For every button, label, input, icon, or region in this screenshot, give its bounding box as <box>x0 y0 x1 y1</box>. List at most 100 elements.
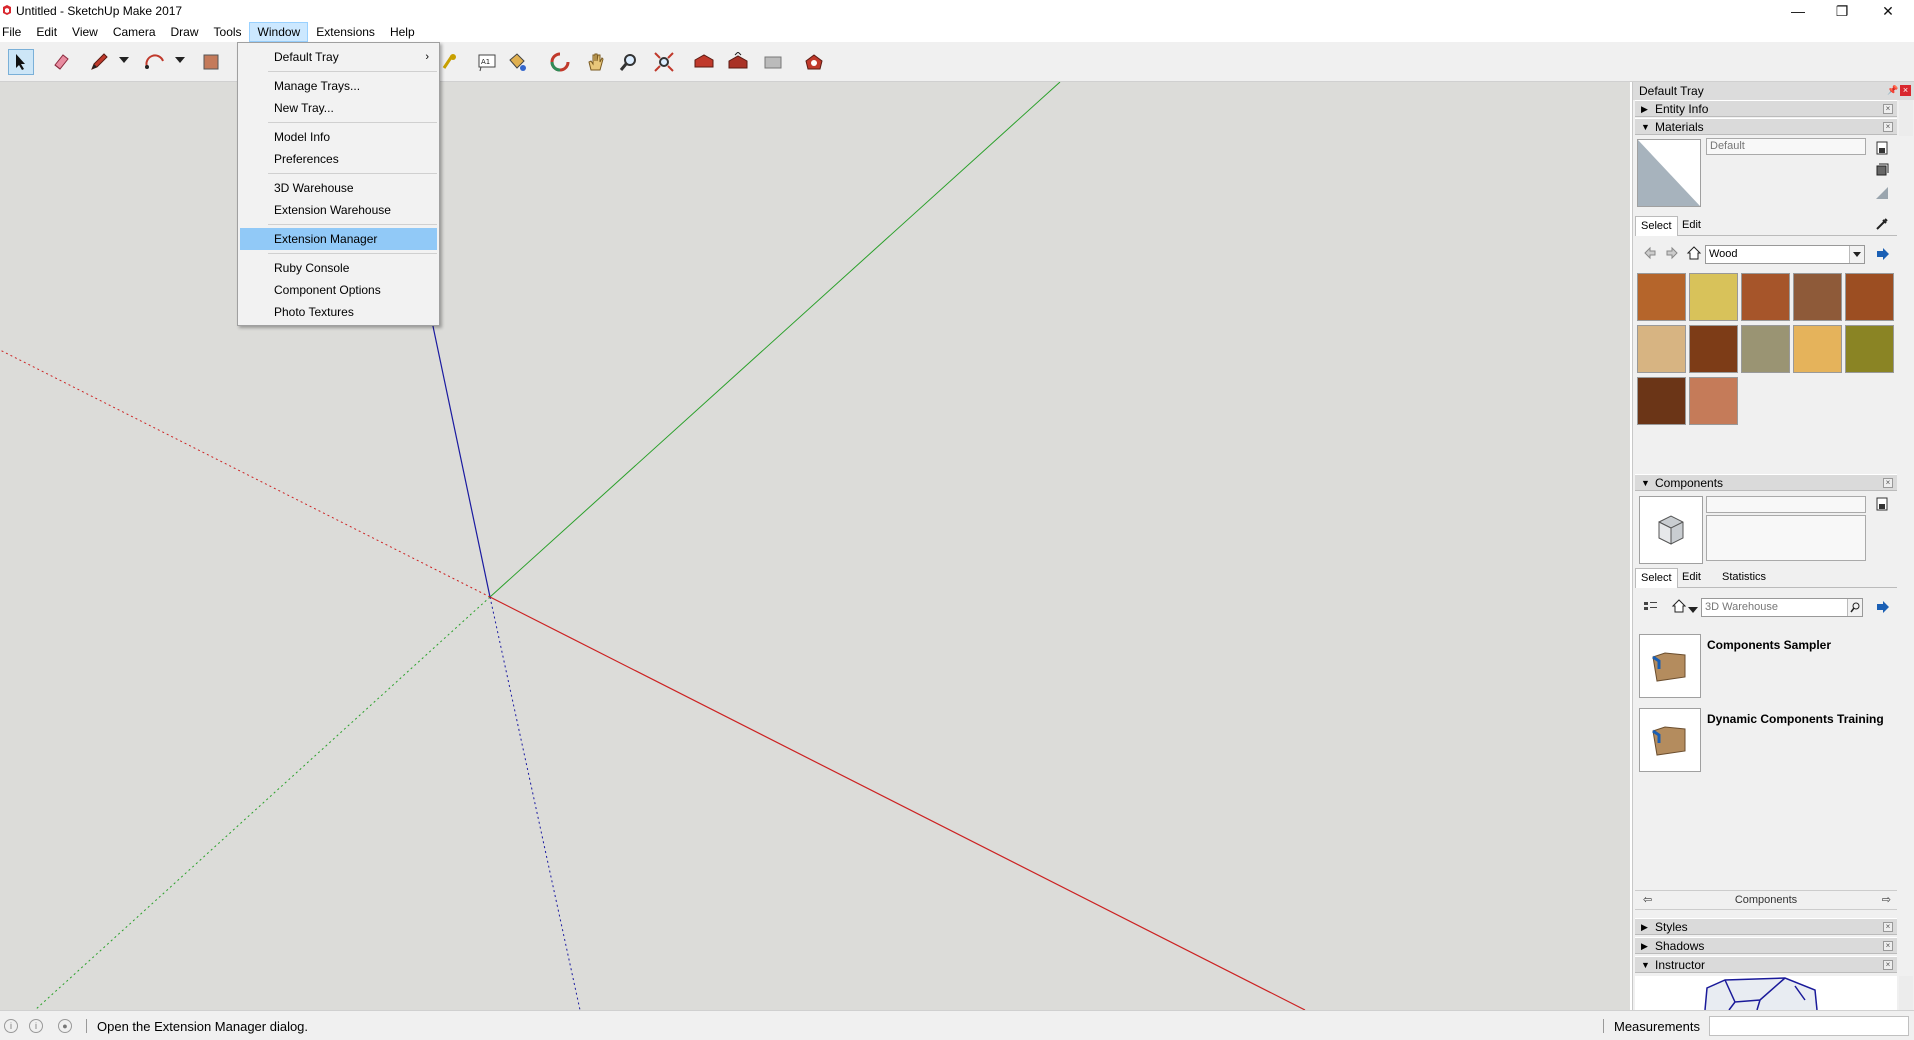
share-component-tool-button[interactable] <box>760 49 786 75</box>
text-tool-button[interactable]: A1 <box>474 49 500 75</box>
chevron-down-icon[interactable] <box>1688 602 1698 613</box>
panel-components-header[interactable]: ▼ Components × <box>1635 474 1897 491</box>
material-swatch[interactable] <box>1845 273 1894 321</box>
home-icon[interactable] <box>1686 245 1702 261</box>
orbit-tool-button[interactable] <box>547 49 573 75</box>
panel-shadows-header[interactable]: ▶ Shadows × <box>1635 937 1897 954</box>
menu-file[interactable]: File <box>0 22 28 42</box>
default-fill-icon[interactable] <box>1874 185 1890 201</box>
material-swatch[interactable] <box>1793 273 1842 321</box>
material-swatch[interactable] <box>1741 325 1790 373</box>
back-arrow-icon[interactable] <box>1643 246 1657 260</box>
extension-warehouse-tool-button[interactable] <box>801 49 827 75</box>
color-mode-icon[interactable] <box>1874 162 1890 178</box>
back-arrow-icon[interactable]: ⇦ <box>1643 891 1652 909</box>
pin-icon[interactable]: 📌 <box>1887 86 1898 96</box>
menu-camera[interactable]: Camera <box>105 22 163 42</box>
menu-edit[interactable]: Edit <box>28 22 64 42</box>
forward-arrow-icon[interactable] <box>1665 246 1679 260</box>
arc-tool-button[interactable] <box>142 49 168 75</box>
share-model-tool-button[interactable] <box>725 49 751 75</box>
material-swatch[interactable] <box>1689 377 1738 425</box>
view-options-icon[interactable] <box>1643 599 1659 613</box>
menu-item-preferences[interactable]: Preferences <box>240 148 437 170</box>
menu-item-new-tray[interactable]: New Tray... <box>240 97 437 119</box>
close-button[interactable]: ✕ <box>1866 0 1910 22</box>
menu-help[interactable]: Help <box>382 22 422 42</box>
menu-item-model-info[interactable]: Model Info <box>240 126 437 148</box>
minimize-button[interactable]: — <box>1776 0 1820 22</box>
menu-extensions[interactable]: Extensions <box>308 22 382 42</box>
select-tool-button[interactable] <box>8 49 34 75</box>
create-material-icon[interactable] <box>1874 140 1890 156</box>
measurements-input[interactable] <box>1709 1016 1909 1036</box>
panel-close-icon[interactable]: × <box>1883 104 1893 114</box>
user-account-icon[interactable]: ● <box>58 1019 72 1033</box>
shape-tool-button[interactable] <box>198 49 224 75</box>
material-library-select[interactable]: Wood <box>1705 245 1865 264</box>
list-item[interactable]: Components Sampler <box>1635 634 1897 704</box>
tape-measure-tool-button[interactable] <box>437 49 463 75</box>
details-arrow-icon[interactable] <box>1875 246 1891 262</box>
menu-item-component-options[interactable]: Component Options <box>240 279 437 301</box>
menu-item-extension-warehouse[interactable]: Extension Warehouse <box>240 199 437 221</box>
instructor-scrollbar[interactable] <box>1899 976 1913 1010</box>
geo-location-icon[interactable]: i <box>4 1019 18 1033</box>
menu-item-3d-warehouse[interactable]: 3D Warehouse <box>240 177 437 199</box>
panel-entity-info-header[interactable]: ▶ Entity Info × <box>1635 100 1897 117</box>
menu-item-default-tray[interactable]: Default Tray › <box>240 46 437 68</box>
eraser-tool-button[interactable] <box>48 49 74 75</box>
component-search-input[interactable]: 3D Warehouse <box>1701 598 1863 617</box>
material-swatch[interactable] <box>1637 325 1686 373</box>
material-swatch[interactable] <box>1793 325 1842 373</box>
tab-components-select[interactable]: Select <box>1635 568 1678 588</box>
material-swatch[interactable] <box>1845 325 1894 373</box>
menu-item-ruby-console[interactable]: Ruby Console <box>240 257 437 279</box>
menu-item-manage-trays[interactable]: Manage Trays... <box>240 75 437 97</box>
material-name-field[interactable]: Default <box>1706 138 1866 155</box>
list-item[interactable]: Dynamic Components Training <box>1635 708 1897 778</box>
material-swatch[interactable] <box>1689 325 1738 373</box>
warehouse-tool-button[interactable] <box>691 49 717 75</box>
create-component-icon[interactable] <box>1874 496 1890 512</box>
panel-materials-header[interactable]: ▼ Materials × <box>1635 118 1897 135</box>
tab-components-statistics[interactable]: Statistics <box>1717 568 1771 588</box>
material-swatch[interactable] <box>1741 273 1790 321</box>
tab-components-edit[interactable]: Edit <box>1677 568 1706 588</box>
line-tool-button[interactable] <box>86 49 112 75</box>
tray-scrollbar-top[interactable] <box>1899 100 1913 136</box>
material-swatch[interactable] <box>1637 273 1686 321</box>
pan-tool-button[interactable] <box>582 49 608 75</box>
menu-draw[interactable]: Draw <box>163 22 206 42</box>
component-name-field[interactable] <box>1706 496 1866 513</box>
zoom-tool-button[interactable] <box>616 49 642 75</box>
zoom-extents-tool-button[interactable] <box>651 49 677 75</box>
material-swatch[interactable] <box>1637 377 1686 425</box>
menu-item-photo-textures[interactable]: Photo Textures <box>240 301 437 323</box>
arc-tool-dropdown-caret[interactable] <box>175 57 185 63</box>
line-tool-dropdown-caret[interactable] <box>119 57 129 63</box>
panel-close-icon[interactable]: × <box>1883 478 1893 488</box>
menu-window[interactable]: Window <box>248 22 309 42</box>
panel-instructor-header[interactable]: ▼ Instructor × <box>1635 956 1897 973</box>
panel-close-icon[interactable]: × <box>1883 941 1893 951</box>
menu-tools[interactable]: Tools <box>206 22 249 42</box>
tab-materials-select[interactable]: Select <box>1635 216 1678 236</box>
paint-bucket-tool-button[interactable] <box>504 49 530 75</box>
material-swatch[interactable] <box>1689 273 1738 321</box>
details-arrow-icon[interactable] <box>1875 599 1891 615</box>
panel-styles-header[interactable]: ▶ Styles × <box>1635 918 1897 935</box>
credits-icon[interactable]: i <box>29 1019 43 1033</box>
search-icon[interactable] <box>1847 599 1862 616</box>
component-description-field[interactable] <box>1706 515 1866 561</box>
forward-arrow-icon[interactable]: ⇨ <box>1882 891 1891 909</box>
tab-materials-edit[interactable]: Edit <box>1677 216 1706 236</box>
home-icon[interactable] <box>1671 598 1687 614</box>
panel-close-icon[interactable]: × <box>1883 122 1893 132</box>
eyedropper-icon[interactable] <box>1874 216 1890 232</box>
panel-close-icon[interactable]: × <box>1883 922 1893 932</box>
menu-view[interactable]: View <box>64 22 105 42</box>
restore-button[interactable]: ❐ <box>1820 0 1864 22</box>
menu-item-extension-manager[interactable]: Extension Manager <box>240 228 437 250</box>
tray-close-icon[interactable]: × <box>1900 85 1911 96</box>
